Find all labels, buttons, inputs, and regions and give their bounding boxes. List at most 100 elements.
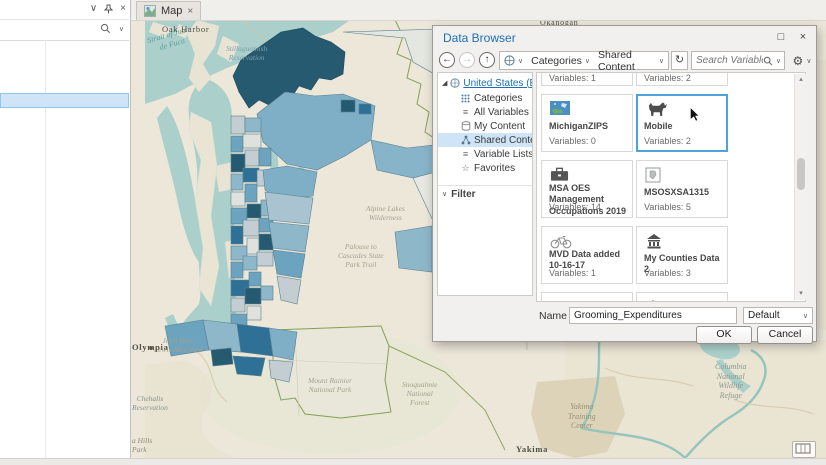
filter-chevron-icon: ∨ [442,191,448,198]
application-window: Strait of Juan de Fuca Oak Harbor Okanoga… [0,0,826,465]
scroll-down-icon[interactable]: ▾ [795,288,807,300]
card-partial[interactable]: (m) 2 Variables: 2 [636,73,728,86]
card-michiganzips[interactable]: MichiganZIPS Variables: 0 [541,94,633,152]
map-tab-icon [144,5,156,17]
card-msosxsa1315[interactable]: MSOSXSA1315 Variables: 5 [636,160,728,218]
pane-chevron-down-icon[interactable]: ∨ [90,3,97,14]
tree-item-label: Categories [474,92,523,104]
refresh-button[interactable]: ↻ [671,51,688,70]
card-variable-count: Variables: 0 [549,136,596,146]
search-caret-icon[interactable]: ∨ [773,57,784,65]
tree-root-united-states[interactable]: ◢ United States (Esri 2... [438,76,532,90]
tree-item-shared-content[interactable]: Shared Content [438,133,532,147]
tree-item-label: Shared Content [474,134,532,146]
tree-root-label[interactable]: United States (Esri 2... [463,78,532,89]
content-grid-panel: (m) Variables: 1 (m) 2 Variables: 2 Mich… [536,72,807,302]
tree-item-all-variables[interactable]: ≡ All Variables [438,105,532,119]
search-icon [763,56,773,65]
star-icon: ☆ [461,162,470,173]
settings-control[interactable]: ⚙ ∨ [789,51,815,70]
card-mvd-data[interactable]: MVD Data added 10-16-17 Variables: 1 [541,226,633,284]
grid-icon [460,93,471,104]
tree-item-categories[interactable]: Categories [438,91,532,105]
card-partial[interactable]: (m) Variables: 1 [541,73,633,86]
map-tab-close-icon[interactable]: × [187,6,193,17]
card-icon [550,299,564,301]
map-notes-button[interactable] [792,441,816,458]
data-browser-dialog: Data Browser □ × ← → ↑ ∨ Categories ∨ Sh… [432,25,818,344]
tree-item-label: My Content [474,120,526,132]
card-mobile[interactable]: Mobile Variables: 2 [636,94,728,152]
back-button[interactable]: ← [439,52,455,68]
card-variable-count: Variables: 3 [644,268,691,278]
scroll-up-icon[interactable]: ▴ [795,74,807,86]
browse-tree-panel: ◢ United States (Esri 2... Categories ≡ … [437,72,533,296]
pane-selected-item[interactable] [0,93,129,108]
card-variable-count: Variables: 14 [549,202,601,212]
breadcrumb-combo: ∨ Categories ∨ Shared Content ∨ [499,49,669,73]
map-tab-label: Map [161,5,183,17]
search-variables-input[interactable] [692,55,763,66]
categories-dropdown[interactable]: Categories ∨ [527,52,594,69]
database-icon [460,121,471,132]
bicycle-icon [550,233,572,249]
card-icon [645,299,661,301]
card-msa-oes[interactable]: MSA OES Management Occupations 2019 Vari… [541,160,633,218]
maximize-icon[interactable]: □ [772,29,790,45]
search-dropdown-icon[interactable]: ∨ [119,25,124,33]
filter-section-header[interactable]: ∨ Filter [438,185,532,202]
globe-dropdown-icon: ∨ [518,57,524,65]
filter-label: Filter [451,188,476,200]
globe-icon [504,55,515,66]
scope-dropdown[interactable]: Shared Content ∨ [594,49,668,73]
style-select-caret-icon: ∨ [802,312,808,320]
globe-icon [449,78,460,89]
list-icon: ≡ [462,107,469,117]
card-partial[interactable] [636,292,728,301]
tab-map[interactable]: Map × [136,1,202,20]
network-people-icon [460,135,471,146]
close-icon[interactable]: × [794,29,812,45]
pane-search-bar[interactable]: ∨ [0,19,129,41]
pane-close-icon[interactable]: × [120,3,126,14]
name-input[interactable] [569,307,737,324]
tree-item-label: Favorites [474,162,516,174]
map-thumbnail-icon [550,101,570,115]
search-icon [100,23,110,34]
status-strip [0,458,826,465]
grid-scrollbar[interactable]: ▴ ▾ [794,74,807,300]
list-icon: ≡ [462,149,469,159]
tree-item-variable-lists[interactable]: ≡ Variable Lists [438,147,532,161]
pane-pin-icon[interactable] [104,4,114,14]
tree-expand-icon[interactable]: ◢ [442,79,447,87]
card-variable-count: Variables: 1 [549,73,596,83]
dialog-title: Data Browser [443,31,516,45]
style-select-value: Default [748,310,780,321]
gear-caret-icon: ∨ [806,57,812,65]
forward-button[interactable]: → [459,52,475,68]
name-row: Name Default ∨ [433,307,818,326]
card-variable-count: Variables: 5 [644,202,691,212]
gear-icon: ⚙ [792,53,804,68]
view-tab-strip: Map × [130,0,826,21]
scrollbar-thumb[interactable] [797,158,805,190]
style-select[interactable]: Default ∨ [743,307,813,324]
card-variable-count: Variables: 2 [644,136,691,146]
card-partial[interactable] [541,292,633,301]
tree-item-favorites[interactable]: ☆ Favorites [438,161,532,175]
card-my-counties[interactable]: My Counties Data 2 Variables: 3 [636,226,728,284]
dialog-titlebar[interactable]: Data Browser □ × [433,26,816,48]
name-label: Name [539,310,568,322]
tree-item-my-content[interactable]: My Content [438,119,532,133]
card-grid: (m) Variables: 1 (m) 2 Variables: 2 Mich… [537,73,791,301]
card-title: MSOSXSA1315 [644,187,710,197]
card-title: Mobile [644,121,673,131]
card-variable-count: Variables: 1 [549,268,596,278]
cancel-button[interactable]: Cancel [757,326,813,344]
ok-button[interactable]: OK [696,326,752,344]
card-variable-count: Variables: 2 [644,73,691,83]
location-globe-button[interactable]: ∨ [500,52,527,69]
up-button[interactable]: ↑ [479,52,495,68]
map-notes-icon [795,443,811,454]
bank-building-icon [645,233,663,249]
